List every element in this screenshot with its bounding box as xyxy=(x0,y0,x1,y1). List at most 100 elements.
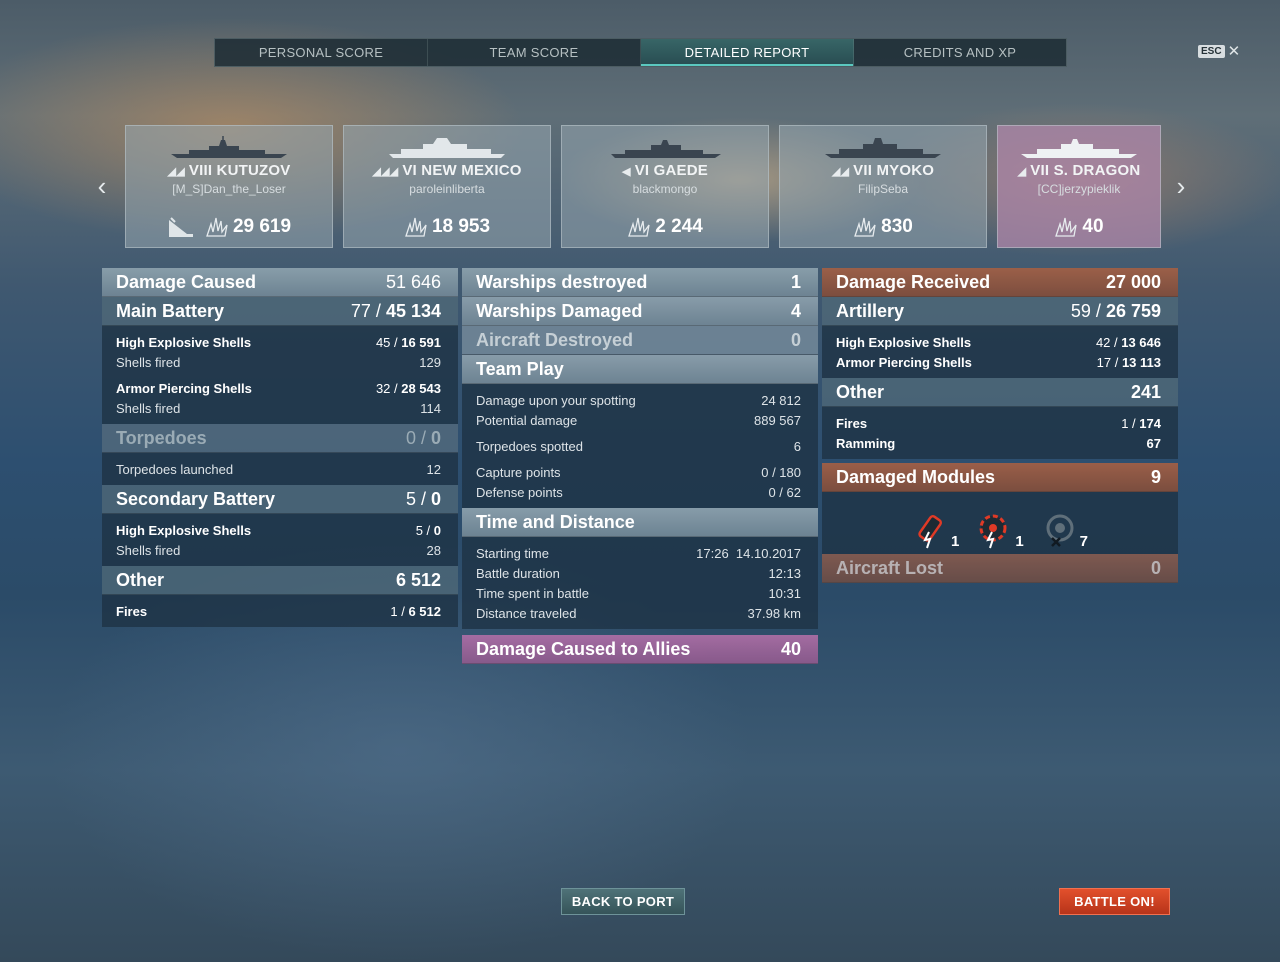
player-name: FilipSeba xyxy=(857,182,909,196)
damage-splash-icon xyxy=(206,217,228,237)
ship-score: 830 xyxy=(780,216,986,238)
main-battery-header: Main Battery 77 / 45 134 xyxy=(102,297,458,326)
player-name: [CC]jerzypieklik xyxy=(1037,182,1121,196)
tab-credits-and-xp[interactable]: CREDITS AND XP xyxy=(854,39,1066,66)
ship-name: ◀ VI GAEDE xyxy=(622,162,708,179)
warships-damaged-header: Warships Damaged 4 xyxy=(462,297,818,326)
damage-received-panel: Damage Received 27 000 Artillery 59 / 26 7… xyxy=(822,268,1178,583)
stat-row: Time spent in battle 10:31 xyxy=(476,585,801,601)
esc-close-button[interactable]: ESC ✕ xyxy=(1198,44,1240,59)
ship-silhouette-icon xyxy=(1021,139,1137,158)
player-name: paroleinliberta xyxy=(409,182,485,196)
main-battery-details: High Explosive Shells 45 / 16 591 Shells … xyxy=(102,326,458,424)
damage-splash-icon xyxy=(405,217,427,237)
ship-score: 2 244 xyxy=(562,216,768,238)
carousel-next-arrow-icon[interactable]: › xyxy=(1171,171,1191,201)
secondary-battery-header: Secondary Battery 5 / 0 xyxy=(102,485,458,514)
stat-row: Armor Piercing Shells 17 / 13 113 xyxy=(836,354,1161,370)
artillery-details: High Explosive Shells 42 / 13 646 Armor P… xyxy=(822,326,1178,378)
stat-row: High Explosive Shells 5 / 0 xyxy=(116,522,441,538)
stat-row: Defense points 0 / 62 xyxy=(476,484,801,500)
cruiser-icon: ◢◢ xyxy=(831,166,850,178)
damage-splash-icon xyxy=(854,217,876,237)
ship-card-kutuzov[interactable]: ◢◢ VIII KUTUZOV [M_S]Dan_the_Loser 29 619 xyxy=(125,125,333,248)
other-damage-details: Fires 1 / 6 512 xyxy=(102,595,458,627)
stat-row: Shells fired 129 xyxy=(116,354,441,370)
module-item: 1 xyxy=(909,510,959,550)
cruiser-icon: ◢ xyxy=(1017,166,1027,178)
tab-detailed-report[interactable]: DETAILED REPORT xyxy=(641,39,854,66)
ship-card-s-dragon[interactable]: ◢ VII S. DRAGON [CC]jerzypieklik 40 xyxy=(997,125,1161,248)
ship-score: 29 619 xyxy=(126,216,332,238)
combat-summary-panel: Warships destroyed 1 Warships Damaged 4 Ai… xyxy=(462,268,818,664)
stat-row: Battle duration 12:13 xyxy=(476,565,801,581)
ship-name: ◢◢◢ VI NEW MEXICO xyxy=(372,162,522,179)
team-play-header: Team Play xyxy=(462,355,818,384)
damage-splash-icon xyxy=(1055,217,1078,237)
ship-score: 18 953 xyxy=(344,216,550,238)
player-name: [M_S]Dan_the_Loser xyxy=(172,182,286,196)
battleship-icon: ◢◢◢ xyxy=(372,166,399,178)
team-play-details: Damage upon your spotting 24 812 Potentia… xyxy=(462,384,818,508)
torpedoes-details: Torpedoes launched 12 xyxy=(102,453,458,485)
tab-personal-score[interactable]: PERSONAL SCORE xyxy=(215,39,428,66)
stat-row: Fires 1 / 6 512 xyxy=(116,603,441,619)
ship-card-myoko[interactable]: ◢◢ VII MYOKO FilipSeba 830 xyxy=(779,125,987,248)
ship-name: ◢◢ VII MYOKO xyxy=(831,162,935,179)
sunk-ship-icon xyxy=(168,217,193,237)
module-item: 7 xyxy=(1038,510,1088,550)
stat-row: Fires 1 / 174 xyxy=(836,415,1161,431)
ship-name: ◢◢ VIII KUTUZOV xyxy=(167,162,291,179)
damaged-modules-list: 1 1 7 xyxy=(822,492,1178,554)
stat-row: Shells fired 28 xyxy=(116,542,441,558)
other-damage-header: Other 6 512 xyxy=(102,566,458,595)
stat-row: High Explosive Shells 42 / 13 646 xyxy=(836,334,1161,350)
damage-caused-header: Damage Caused 51 646 xyxy=(102,268,458,297)
other-received-details: Fires 1 / 174 Ramming 67 xyxy=(822,407,1178,459)
engine-damaged-icon xyxy=(979,514,1007,549)
back-to-port-button[interactable]: BACK TO PORT xyxy=(561,888,685,915)
stat-row: Armor Piercing Shells 32 / 28 543 xyxy=(116,380,441,396)
tab-team-score[interactable]: TEAM SCORE xyxy=(428,39,641,66)
module-item: 1 xyxy=(973,510,1024,550)
secondary-battery-details: High Explosive Shells 5 / 0 Shells fired 2… xyxy=(102,514,458,566)
ship-silhouette-icon xyxy=(611,140,721,158)
damage-caused-panel: Damage Caused 51 646 Main Battery 77 / 45 … xyxy=(102,268,458,627)
warships-destroyed-header: Warships destroyed 1 xyxy=(462,268,818,297)
close-icon: ✕ xyxy=(1227,43,1241,60)
player-name: blackmongo xyxy=(632,182,698,196)
esc-key-badge: ESC xyxy=(1198,45,1225,58)
stat-row: Distance traveled 37.98 km xyxy=(476,605,801,621)
aircraft-lost-header: Aircraft Lost 0 xyxy=(822,554,1178,583)
torpedoes-header: Torpedoes 0 / 0 xyxy=(102,424,458,453)
stat-row: Torpedoes spotted 6 xyxy=(476,438,801,454)
ship-silhouette-icon xyxy=(825,138,941,158)
time-distance-details: Starting time 17:26 14.10.2017 Battle dur… xyxy=(462,537,818,629)
ship-card-gaede[interactable]: ◀ VI GAEDE blackmongo 2 244 xyxy=(561,125,769,248)
damage-received-header: Damage Received 27 000 xyxy=(822,268,1178,297)
stat-row: Capture points 0 / 180 xyxy=(476,464,801,480)
artillery-header: Artillery 59 / 26 759 xyxy=(822,297,1178,326)
stat-row: Torpedoes launched 12 xyxy=(116,461,441,477)
ship-silhouette-icon xyxy=(389,138,505,158)
battle-on-button[interactable]: BATTLE ON! xyxy=(1059,888,1170,915)
ship-silhouette-icon xyxy=(171,136,287,158)
other-received-header: Other 241 xyxy=(822,378,1178,407)
main-battery-damaged-icon xyxy=(918,515,943,549)
aircraft-destroyed-header: Aircraft Destroyed 0 xyxy=(462,326,818,355)
stat-row: Starting time 17:26 14.10.2017 xyxy=(476,545,801,561)
time-distance-header: Time and Distance xyxy=(462,508,818,537)
destroyer-icon: ◀ xyxy=(622,166,631,178)
ship-name: ◢ VII S. DRAGON xyxy=(1017,162,1141,179)
ship-card-new-mexico[interactable]: ◢◢◢ VI NEW MEXICO paroleinliberta 18 953 xyxy=(343,125,551,248)
damage-splash-icon xyxy=(628,217,650,237)
ship-score: 40 xyxy=(998,216,1160,238)
stat-row: High Explosive Shells 45 / 16 591 xyxy=(116,334,441,350)
report-tabs: PERSONAL SCORE TEAM SCORE DETAILED REPOR… xyxy=(214,38,1067,67)
damage-to-allies-header: Damage Caused to Allies 40 xyxy=(462,635,818,664)
aa-guns-destroyed-icon xyxy=(1046,514,1074,547)
cruiser-icon: ◢◢ xyxy=(167,166,185,178)
stat-row: Shells fired 114 xyxy=(116,400,441,416)
stat-row: Potential damage 889 567 xyxy=(476,412,801,428)
carousel-prev-arrow-icon[interactable]: ‹ xyxy=(92,171,112,201)
